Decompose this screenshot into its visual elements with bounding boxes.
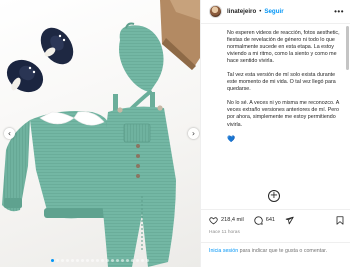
baby-clothes-photo xyxy=(2,0,200,267)
avatar[interactable] xyxy=(209,5,222,18)
carousel-dot xyxy=(141,259,144,262)
comment-icon[interactable] xyxy=(254,215,263,225)
carousel-dot xyxy=(56,259,59,262)
divider xyxy=(201,209,350,210)
carousel-dot xyxy=(101,259,104,262)
like-count: 218,4 mil xyxy=(221,217,244,223)
carousel-dot xyxy=(126,259,129,262)
baby-shoes xyxy=(6,27,74,93)
share-action[interactable] xyxy=(285,216,294,225)
carousel-dot xyxy=(146,259,149,262)
login-prompt-text: para indicar que te gusta o comentar. xyxy=(238,248,328,254)
carousel-dot xyxy=(51,259,54,262)
follow-button[interactable]: Seguir xyxy=(264,8,283,15)
post-header: linatejeiro • Seguir ••• xyxy=(201,0,350,24)
caption-paragraph: No lo sé. A veces ni yo misma me reconoz… xyxy=(227,100,339,128)
carousel-dot xyxy=(96,259,99,262)
username-link[interactable]: linatejeiro xyxy=(227,8,256,15)
load-more-comments-button[interactable]: + xyxy=(268,190,280,202)
carousel-dot xyxy=(81,259,84,262)
carousel-dot xyxy=(86,259,89,262)
carousel-dot xyxy=(121,259,124,262)
share-icon[interactable] xyxy=(285,216,294,225)
caption-paragraph: Tal vez esta versión de mí solo exista d… xyxy=(227,72,336,93)
carousel-dot xyxy=(136,259,139,262)
divider xyxy=(201,242,350,243)
carousel-dot xyxy=(111,259,114,262)
post-sidebar: linatejeiro • Seguir ••• No esperen vide… xyxy=(200,0,350,267)
comment-count: 641 xyxy=(265,217,276,223)
login-prompt: Inicia sesión para indicar que te gusta … xyxy=(209,248,344,255)
bookmark-icon[interactable] xyxy=(336,215,344,225)
carousel-dot xyxy=(61,259,64,262)
carousel-prev-button[interactable]: ‹ xyxy=(4,128,15,139)
carousel-dot xyxy=(131,259,134,262)
like-action[interactable]: 218,4 mil xyxy=(209,216,244,225)
carousel-dot xyxy=(66,259,69,262)
comment-action[interactable]: 641 xyxy=(254,215,276,225)
more-horizontal-icon[interactable]: ••• xyxy=(334,7,344,16)
scrollbar[interactable] xyxy=(346,26,349,70)
caption-paragraph: No esperen videos de reacción, fotos aes… xyxy=(227,30,340,65)
plus-circle-icon: + xyxy=(269,190,279,201)
post-caption: No esperen videos de reacción, fotos aes… xyxy=(227,30,345,151)
header-separator: • xyxy=(259,8,262,15)
carousel-next-button[interactable]: › xyxy=(188,128,199,139)
carousel-dot xyxy=(91,259,94,262)
knit-hat xyxy=(119,22,164,114)
knit-sweater xyxy=(2,111,116,219)
carousel-dot xyxy=(71,259,74,262)
carousel-indicator xyxy=(0,259,200,262)
post-actions: 218,4 mil 641 xyxy=(209,214,344,226)
post-timestamp[interactable]: Hace 11 horas xyxy=(209,230,240,235)
carousel-dot xyxy=(76,259,79,262)
post-image[interactable]: ‹ › xyxy=(0,0,200,267)
carousel-dot xyxy=(106,259,109,262)
login-link[interactable]: Inicia sesión xyxy=(209,248,238,254)
blue-heart-emoji: 💙 xyxy=(227,135,236,143)
knit-romper xyxy=(100,92,176,267)
heart-icon[interactable] xyxy=(209,216,218,225)
carousel-dot xyxy=(116,259,119,262)
